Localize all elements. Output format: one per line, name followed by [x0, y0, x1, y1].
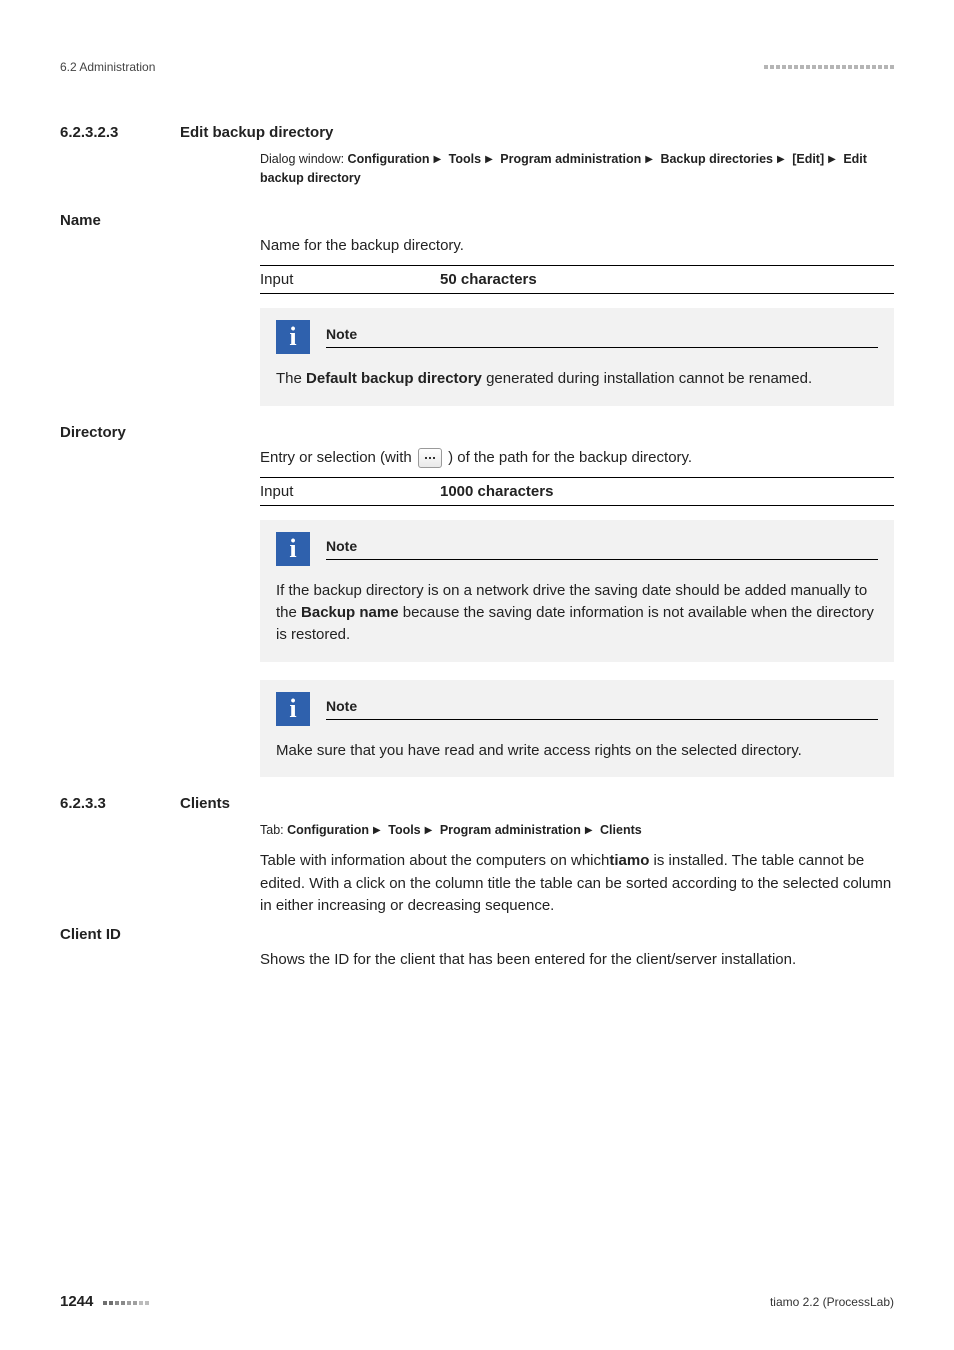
note-title: Note — [326, 326, 357, 342]
crumb-3: Backup directories — [660, 152, 773, 166]
page-number: 1244 — [60, 1293, 93, 1310]
note1-text-bold: Backup name — [301, 604, 399, 621]
info-icon-glyph: i — [289, 536, 296, 562]
crumb-1: Tools — [449, 152, 481, 166]
note-body: If the backup directory is on a network … — [276, 580, 878, 645]
dialog-window-path: Dialog window: Configuration▶ Tools▶ Pro… — [260, 150, 894, 188]
crumb-2: Program administration — [500, 152, 641, 166]
crumb-4: [Edit] — [792, 152, 824, 166]
input-spec-value: 50 characters — [440, 271, 537, 288]
input-spec-label: Input — [260, 271, 440, 288]
input-spec-label: Input — [260, 483, 440, 500]
section-number: 6.2.3.3 — [60, 795, 106, 812]
client-id-body: Shows the ID for the client that has bee… — [260, 949, 894, 972]
section-title: Edit backup directory — [180, 124, 333, 141]
section-heading-row: 6.2.3.3 Clients — [60, 795, 894, 813]
note-body: Make sure that you have read and write a… — [276, 740, 878, 762]
browse-button-icon — [418, 448, 442, 468]
page-footer: 1244 tiamo 2.2 (ProcessLab) — [60, 1293, 894, 1310]
note-text-pre: The — [276, 370, 306, 387]
triangle-icon: ▶ — [773, 154, 789, 165]
triangle-icon: ▶ — [481, 154, 497, 165]
tab-crumb-3: Clients — [600, 823, 642, 837]
client-id-heading: Client ID — [60, 926, 894, 943]
directory-desc-pre: Entry or selection (with — [260, 449, 416, 466]
section-heading-row: 6.2.3.2.3 Edit backup directory — [60, 124, 894, 142]
directory-subsection: Directory Entry or selection (with ) of … — [60, 424, 894, 778]
info-icon: i — [276, 320, 310, 354]
triangle-icon: ▶ — [369, 825, 385, 836]
clients-body: Table with information about the compute… — [260, 850, 894, 918]
tab-crumb-0: Configuration — [287, 823, 369, 837]
note-box: i Note The Default backup directory gene… — [260, 308, 894, 406]
tab-crumb-2: Program administration — [440, 823, 581, 837]
client-id-subsection: Client ID Shows the ID for the client th… — [60, 926, 894, 972]
note-text-post: generated during installation cannot be … — [482, 370, 812, 387]
section-title: Clients — [180, 795, 230, 812]
info-icon-glyph: i — [289, 324, 296, 350]
name-description: Name for the backup directory. — [260, 235, 894, 258]
input-spec-value: 1000 characters — [440, 483, 553, 500]
triangle-icon: ▶ — [429, 154, 445, 165]
directory-description: Entry or selection (with ) of the path f… — [260, 447, 894, 470]
note-body: The Default backup directory generated d… — [276, 368, 878, 390]
clients-body-pre: Table with information about the compute… — [260, 852, 609, 869]
running-head-text: 6.2 Administration — [60, 60, 155, 74]
triangle-icon: ▶ — [581, 825, 597, 836]
info-icon: i — [276, 532, 310, 566]
note-box: i Note If the backup directory is on a n… — [260, 520, 894, 661]
info-icon-glyph: i — [289, 696, 296, 722]
triangle-icon: ▶ — [641, 154, 657, 165]
document-page: 6.2 Administration 6.2.3.2.3 Edit backup… — [0, 0, 954, 1350]
decorative-dots-icon — [103, 1301, 149, 1305]
tab-crumb-1: Tools — [388, 823, 420, 837]
section-number: 6.2.3.2.3 — [60, 124, 118, 141]
name-subsection: Name Name for the backup directory. Inpu… — [60, 212, 894, 406]
input-spec-row: Input 50 characters — [260, 265, 894, 294]
note-title: Note — [326, 698, 357, 714]
triangle-icon: ▶ — [421, 825, 437, 836]
name-heading: Name — [60, 212, 894, 229]
clients-body-bold: tiamo — [609, 852, 649, 869]
tab-intro: Tab: — [260, 823, 287, 837]
crumb-0: Configuration — [348, 152, 430, 166]
dialog-intro: Dialog window: — [260, 152, 348, 166]
note-text-bold: Default backup directory — [306, 370, 482, 387]
triangle-icon: ▶ — [824, 154, 840, 165]
running-head: 6.2 Administration — [60, 60, 894, 74]
note-box: i Note Make sure that you have read and … — [260, 680, 894, 778]
note-title: Note — [326, 538, 357, 554]
decorative-dots-icon — [764, 65, 894, 69]
product-name: tiamo 2.2 (ProcessLab) — [770, 1295, 894, 1309]
directory-heading: Directory — [60, 424, 894, 441]
directory-desc-post: ) of the path for the backup directory. — [448, 449, 692, 466]
tab-path: Tab: Configuration▶ Tools▶ Program admin… — [260, 821, 894, 840]
info-icon: i — [276, 692, 310, 726]
footer-left: 1244 — [60, 1293, 149, 1310]
input-spec-row: Input 1000 characters — [260, 477, 894, 506]
